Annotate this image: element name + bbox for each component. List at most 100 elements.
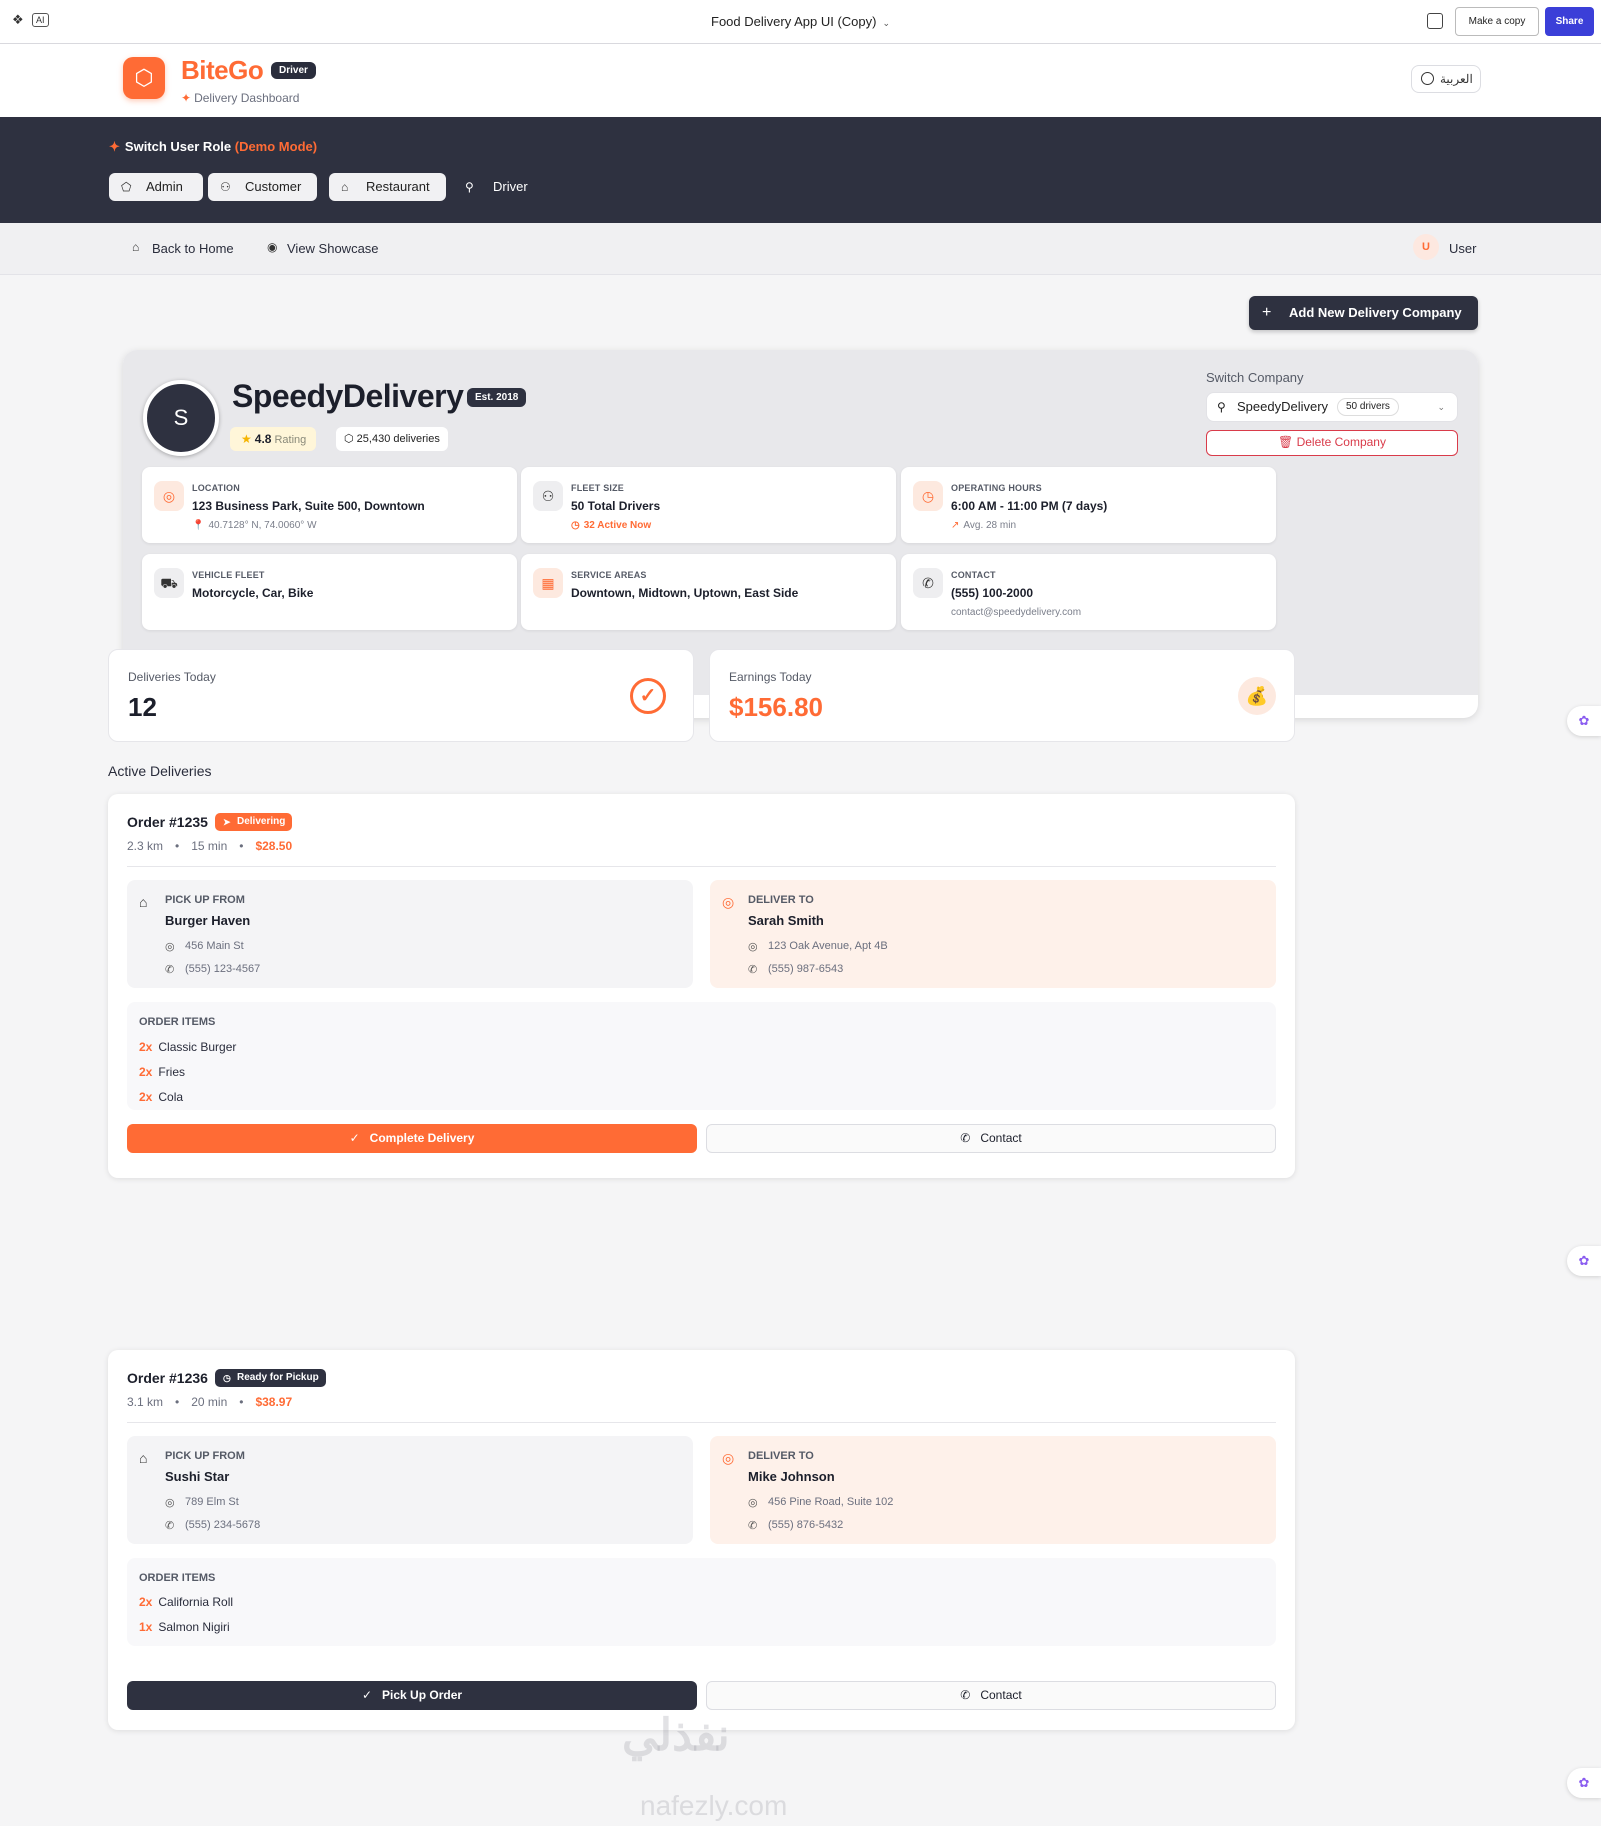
role-customer-button[interactable]: ⚇ Customer bbox=[208, 173, 317, 201]
avatar[interactable]: U bbox=[1413, 234, 1439, 260]
contact-button[interactable]: ✆ Contact bbox=[706, 1124, 1276, 1153]
scan-icon[interactable] bbox=[1427, 13, 1443, 29]
make-copy-button[interactable]: Make a copy bbox=[1455, 7, 1539, 36]
user-name[interactable]: User bbox=[1449, 241, 1476, 256]
role-admin-button[interactable]: ⬠ Admin bbox=[109, 173, 203, 201]
info-label: LOCATION bbox=[192, 483, 240, 493]
view-showcase-label: View Showcase bbox=[287, 241, 379, 256]
action-label: Pick Up Order bbox=[382, 1688, 463, 1702]
order-price: $28.50 bbox=[255, 839, 293, 853]
order-meta: 2.3 km • 15 min • $28.50 bbox=[127, 839, 292, 853]
status-label: Delivering bbox=[237, 816, 286, 827]
star-icon: ★ bbox=[241, 432, 252, 446]
contact-label: Contact bbox=[980, 1688, 1022, 1702]
map-pin-icon: ◎ bbox=[154, 481, 184, 511]
back-home-link[interactable]: ⌂ Back to Home bbox=[132, 240, 234, 256]
company-select[interactable]: ⚲ SpeedyDelivery 50 drivers ⌄ bbox=[1206, 392, 1458, 422]
shield-icon: ⬠ bbox=[121, 180, 132, 194]
items-label: ORDER ITEMS bbox=[139, 1572, 216, 1584]
contact-button[interactable]: ✆ Contact bbox=[706, 1681, 1276, 1710]
info-card-contact: ✆ CONTACT (555) 100-2000 contact@speedyd… bbox=[901, 554, 1276, 630]
deliver-label: DELIVER TO bbox=[748, 894, 814, 906]
check-circle-icon: ✓ bbox=[361, 1688, 373, 1702]
info-value: (555) 100-2000 bbox=[951, 586, 1034, 600]
language-button[interactable]: العربية bbox=[1411, 65, 1481, 93]
list-item: 1x Salmon Nigiri bbox=[139, 1620, 230, 1634]
editor-toolbar: ❖ AI Food Delivery App UI (Copy) ⌄ Make a… bbox=[0, 0, 1601, 44]
divider bbox=[127, 1422, 1276, 1423]
delete-company-button[interactable]: 🗑 Delete Company bbox=[1206, 430, 1458, 456]
order-title: Order #1236 bbox=[127, 1370, 208, 1386]
deliver-phone: ✆ (555) 987-6543 bbox=[748, 963, 843, 976]
info-value: 50 Total Drivers bbox=[571, 499, 661, 513]
delete-company-label: Delete Company bbox=[1296, 435, 1386, 449]
deliveries-today-card: Deliveries Today 12 ✓ bbox=[108, 649, 694, 742]
file-title[interactable]: Food Delivery App UI (Copy) ⌄ bbox=[0, 14, 1601, 29]
package-icon: ⬡ bbox=[344, 433, 357, 445]
bike-icon: ⚲ bbox=[1217, 400, 1226, 414]
item-name: Classic Burger bbox=[158, 1040, 237, 1054]
separator: • bbox=[175, 839, 180, 853]
phone-text: (555) 234-5678 bbox=[185, 1519, 261, 1531]
address-text: 123 Oak Avenue, Apt 4B bbox=[768, 940, 888, 952]
map-pin-icon: ◎ bbox=[165, 941, 175, 953]
sparkle-icon: ✦ bbox=[181, 91, 192, 105]
side-widget-brain-icon[interactable]: ✿ bbox=[1567, 1246, 1601, 1276]
item-name: Cola bbox=[158, 1090, 184, 1104]
info-sub: ◷ 32 Active Now bbox=[571, 520, 651, 531]
order-card: Order #1235 ➤ Delivering 2.3 km • 15 min • $2… bbox=[108, 794, 1295, 1178]
store-icon: ⌂ bbox=[139, 1450, 148, 1466]
contact-label: Contact bbox=[980, 1131, 1022, 1145]
add-company-button[interactable]: + Add New Delivery Company bbox=[1249, 296, 1478, 330]
complete-delivery-button[interactable]: ✓ Complete Delivery bbox=[127, 1124, 697, 1153]
clock-icon: ◷ bbox=[223, 1373, 231, 1383]
status-badge: ◷ Ready for Pickup bbox=[215, 1369, 326, 1387]
package-logo-icon: ⬡ bbox=[123, 57, 165, 99]
avg-time: Avg. 28 min bbox=[963, 520, 1017, 531]
role-restaurant-button[interactable]: ⌂ Restaurant bbox=[329, 173, 446, 201]
status-label: Ready for Pickup bbox=[237, 1372, 319, 1383]
info-value: 123 Business Park, Suite 500, Downtown bbox=[192, 499, 425, 513]
pickup-label: PICK UP FROM bbox=[165, 1450, 245, 1462]
order-time: 20 min bbox=[191, 1395, 228, 1409]
phone-icon: ✆ bbox=[165, 1520, 175, 1532]
view-showcase-link[interactable]: ◉ View Showcase bbox=[267, 240, 379, 256]
stat-label: Deliveries Today bbox=[128, 670, 216, 684]
side-widget-brain-icon[interactable]: ✿ bbox=[1567, 706, 1601, 736]
phone-icon: ✆ bbox=[913, 568, 943, 598]
info-label: FLEET SIZE bbox=[571, 483, 625, 493]
info-card-hours: ◷ OPERATING HOURS 6:00 AM - 11:00 PM (7 … bbox=[901, 467, 1276, 543]
role-badge: Driver bbox=[271, 62, 316, 79]
navigation-icon: ➤ bbox=[223, 817, 231, 827]
contact-email[interactable]: contact@speedydelivery.com bbox=[951, 607, 1081, 618]
phone-icon: ✆ bbox=[960, 1688, 971, 1702]
order-items-box: ORDER ITEMS 2x Classic Burger 2x Fries 2x C… bbox=[127, 1002, 1276, 1110]
share-button[interactable]: Share bbox=[1545, 7, 1594, 36]
rating-label: Rating bbox=[274, 434, 307, 446]
item-qty: 2x bbox=[139, 1040, 153, 1054]
switch-company-label: Switch Company bbox=[1206, 370, 1304, 385]
clock-icon: ◷ bbox=[913, 481, 943, 511]
globe-icon bbox=[1421, 72, 1434, 85]
side-widget-brain-icon[interactable]: ✿ bbox=[1567, 1768, 1601, 1798]
info-sub: ↗ Avg. 28 min bbox=[951, 520, 1016, 531]
earnings-today-card: Earnings Today $156.80 💰 bbox=[709, 649, 1295, 742]
item-name: California Roll bbox=[158, 1595, 234, 1609]
chevron-down-icon: ⌄ bbox=[882, 18, 890, 28]
pick-up-order-button[interactable]: ✓ Pick Up Order bbox=[127, 1681, 697, 1710]
items-label: ORDER ITEMS bbox=[139, 1016, 216, 1028]
deliver-label: DELIVER TO bbox=[748, 1450, 814, 1462]
separator: • bbox=[175, 1395, 180, 1409]
info-card-service-areas: ▦ SERVICE AREAS Downtown, Midtown, Uptow… bbox=[521, 554, 896, 630]
item-qty: 1x bbox=[139, 1620, 153, 1634]
pickup-box: ⌂ PICK UP FROM Burger Haven ◎ 456 Main St… bbox=[127, 880, 693, 988]
building-icon: ▦ bbox=[533, 568, 563, 598]
pickup-phone: ✆ (555) 234-5678 bbox=[165, 1519, 261, 1532]
deliver-name: Mike Johnson bbox=[748, 1469, 835, 1484]
role-driver-button[interactable]: ⚲ Driver bbox=[465, 173, 528, 201]
role-title-text: Switch User Role bbox=[124, 139, 232, 154]
user-icon: ⚇ bbox=[220, 180, 231, 194]
check-circle-icon: ✓ bbox=[630, 678, 666, 714]
subtitle-text: Delivery Dashboard bbox=[194, 91, 300, 105]
pickup-address: ◎ 456 Main St bbox=[165, 940, 244, 953]
